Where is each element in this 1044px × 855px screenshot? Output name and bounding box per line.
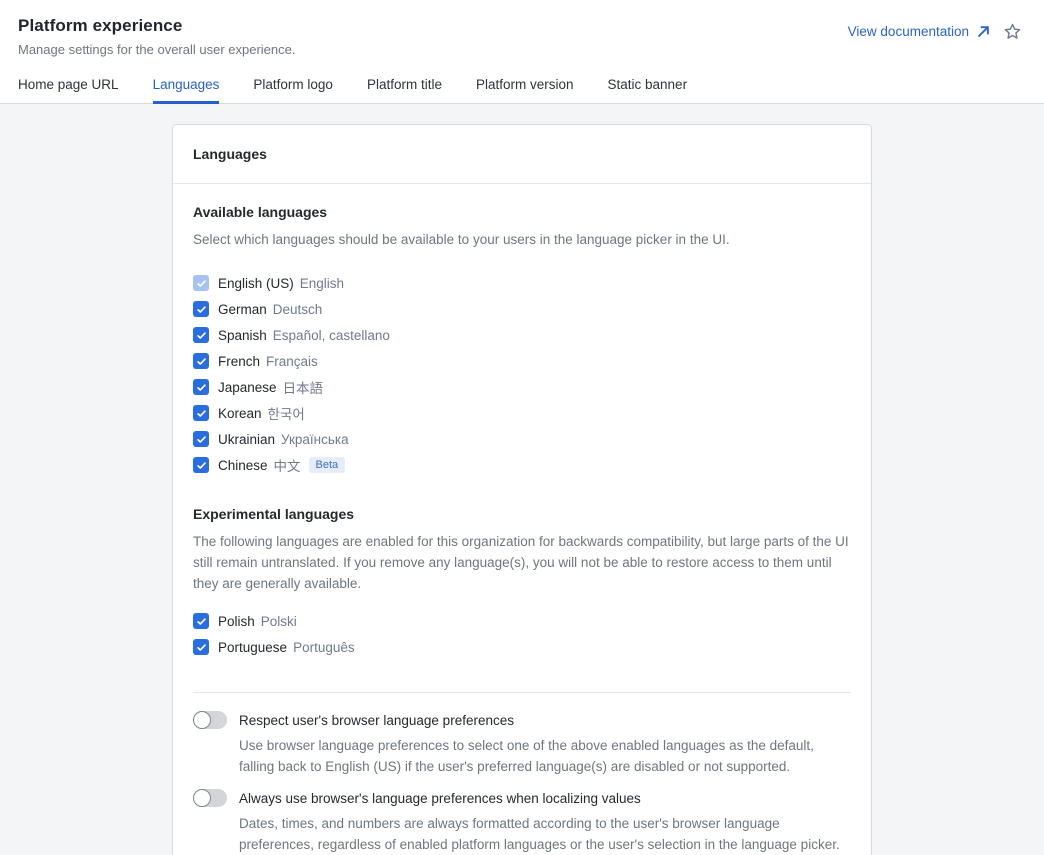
tab-home-page-url[interactable]: Home page URL bbox=[18, 71, 119, 104]
language-name: Chinese bbox=[218, 458, 268, 473]
tab-platform-logo[interactable]: Platform logo bbox=[253, 71, 333, 104]
header-actions: View documentation bbox=[848, 22, 1026, 41]
language-row-french[interactable]: French Français bbox=[193, 348, 851, 374]
card-body: Available languages Select which languag… bbox=[173, 184, 871, 855]
available-languages-list: English (US) English German Deutsch Spanish E… bbox=[193, 270, 851, 478]
external-link-icon bbox=[976, 24, 991, 39]
toggle-knob bbox=[193, 711, 211, 729]
favorite-star-icon[interactable] bbox=[1003, 22, 1022, 41]
toggle-label: Always use browser's language preference… bbox=[239, 791, 641, 806]
experimental-languages-list: Polish Polski Portuguese Português bbox=[193, 608, 851, 660]
tab-platform-version[interactable]: Platform version bbox=[476, 71, 574, 104]
page-header: Platform experience Manage settings for … bbox=[0, 0, 1044, 104]
language-native-name: Polski bbox=[261, 614, 297, 629]
language-row-english-us-[interactable]: English (US) English bbox=[193, 270, 851, 296]
languages-card: Languages Available languages Select whi… bbox=[172, 124, 872, 855]
available-languages-description: Select which languages should be availab… bbox=[193, 229, 851, 250]
language-name: Polish bbox=[218, 614, 255, 629]
language-row-german[interactable]: German Deutsch bbox=[193, 296, 851, 322]
toggle-description: Use browser language preferences to sele… bbox=[239, 735, 851, 777]
language-row-polish[interactable]: Polish Polski bbox=[193, 608, 851, 634]
toggle-label: Respect user's browser language preferen… bbox=[239, 713, 514, 728]
language-native-name: Deutsch bbox=[273, 302, 323, 317]
language-name: German bbox=[218, 302, 267, 317]
language-name: French bbox=[218, 354, 260, 369]
language-name: Korean bbox=[218, 406, 262, 421]
language-name: Spanish bbox=[218, 328, 267, 343]
checkbox-spanish-checked[interactable] bbox=[193, 327, 209, 343]
language-native-name: 한국어 bbox=[268, 403, 305, 423]
checkbox-german-checked[interactable] bbox=[193, 301, 209, 317]
content-area: Languages Available languages Select whi… bbox=[0, 104, 1044, 855]
toggle-description: Dates, times, and numbers are always for… bbox=[239, 813, 851, 855]
checkbox-french-checked[interactable] bbox=[193, 353, 209, 369]
toggle-switch-off[interactable] bbox=[193, 711, 227, 729]
toggle-row-respect-user-s-browser-language-preferen: Respect user's browser language preferen… bbox=[193, 711, 851, 777]
language-native-name: 日本語 bbox=[283, 377, 324, 397]
page-subtitle: Manage settings for the overall user exp… bbox=[18, 42, 296, 57]
experimental-languages-description: The following languages are enabled for … bbox=[193, 531, 851, 594]
view-documentation-link[interactable]: View documentation bbox=[848, 24, 991, 39]
checkbox-korean-checked[interactable] bbox=[193, 405, 209, 421]
experimental-languages-heading: Experimental languages bbox=[193, 506, 851, 522]
language-row-chinese[interactable]: Chinese 中文 Beta bbox=[193, 452, 851, 478]
tab-static-banner[interactable]: Static banner bbox=[608, 71, 688, 104]
checkbox-japanese-checked[interactable] bbox=[193, 379, 209, 395]
tab-bar: Home page URL Languages Platform logo Platf… bbox=[0, 71, 1044, 104]
language-row-korean[interactable]: Korean 한국어 bbox=[193, 400, 851, 426]
view-documentation-label: View documentation bbox=[848, 24, 969, 39]
toggle-row-always-use-browser-s-language-preference: Always use browser's language preference… bbox=[193, 789, 851, 855]
language-row-spanish[interactable]: Spanish Español, castellano bbox=[193, 322, 851, 348]
page-title: Platform experience bbox=[18, 16, 296, 36]
available-languages-section: Available languages Select which languag… bbox=[193, 204, 851, 478]
checkbox-polish-checked[interactable] bbox=[193, 613, 209, 629]
tab-platform-title[interactable]: Platform title bbox=[367, 71, 442, 104]
language-native-name: Українська bbox=[281, 432, 349, 447]
language-native-name: English bbox=[300, 276, 344, 291]
card-header: Languages bbox=[173, 125, 871, 184]
language-name: Ukrainian bbox=[218, 432, 275, 447]
header-text-block: Platform experience Manage settings for … bbox=[18, 16, 296, 57]
checkbox-ukrainian-checked[interactable] bbox=[193, 431, 209, 447]
toggle-knob bbox=[193, 789, 211, 807]
language-native-name: Español, castellano bbox=[273, 328, 390, 343]
browser-preference-toggles: Respect user's browser language preferen… bbox=[193, 711, 851, 855]
language-native-name: 中文 bbox=[274, 455, 301, 475]
card-title: Languages bbox=[193, 146, 851, 162]
experimental-languages-section: Experimental languages The following lan… bbox=[193, 506, 851, 660]
language-name: Portuguese bbox=[218, 640, 287, 655]
checkbox-portuguese-checked[interactable] bbox=[193, 639, 209, 655]
tab-languages[interactable]: Languages bbox=[153, 71, 220, 104]
language-name: English (US) bbox=[218, 276, 294, 291]
language-row-japanese[interactable]: Japanese 日本語 bbox=[193, 374, 851, 400]
available-languages-heading: Available languages bbox=[193, 204, 851, 220]
language-row-ukrainian[interactable]: Ukrainian Українська bbox=[193, 426, 851, 452]
toggle-switch-line: Always use browser's language preference… bbox=[193, 789, 851, 807]
toggle-switch-off[interactable] bbox=[193, 789, 227, 807]
checkbox-english-us--checked bbox=[193, 275, 209, 291]
language-native-name: Português bbox=[293, 640, 355, 655]
section-divider bbox=[193, 692, 851, 693]
language-row-portuguese[interactable]: Portuguese Português bbox=[193, 634, 851, 660]
language-native-name: Français bbox=[266, 354, 318, 369]
language-name: Japanese bbox=[218, 380, 277, 395]
beta-badge: Beta bbox=[309, 457, 346, 473]
toggle-switch-line: Respect user's browser language preferen… bbox=[193, 711, 851, 729]
checkbox-chinese-checked[interactable] bbox=[193, 457, 209, 473]
